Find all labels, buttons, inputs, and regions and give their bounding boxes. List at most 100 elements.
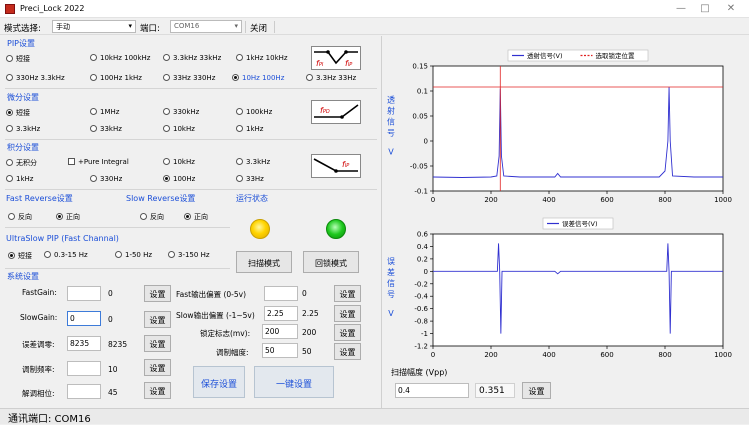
y-tick-label: -1 <box>421 330 428 338</box>
left-panel: PIP设置 短接 10kHz 100kHz 3.3kHz 33kHz 1kHz … <box>0 36 382 408</box>
pure-integral-checkbox[interactable]: +Pure Integral <box>68 158 129 166</box>
y-tick-label: -0.2 <box>414 280 428 288</box>
ultraslow-option[interactable]: 3-150 Hz <box>168 251 210 259</box>
pip-option-selected[interactable]: 10Hz 100Hz <box>232 74 284 82</box>
svg-text:fPD: fPD <box>320 106 330 115</box>
diff-option[interactable]: 1MHz <box>90 108 119 116</box>
ultraslow-option-selected[interactable]: 短接 <box>8 251 32 261</box>
fast-reverse-option[interactable]: 反向 <box>8 212 32 222</box>
mod-amp-input[interactable]: 50 <box>262 343 298 358</box>
legend-label: 透射信号(V) <box>527 51 563 60</box>
scan-amp-set-button[interactable]: 设置 <box>522 382 551 399</box>
x-tick-label: 1000 <box>714 351 732 359</box>
pip-filter-icon: fPI fIP <box>311 46 361 70</box>
integ-option[interactable]: 33Hz <box>236 175 264 183</box>
pip-option[interactable]: 1kHz 10kHz <box>236 54 288 62</box>
diff-option[interactable]: 33kHz <box>90 125 122 133</box>
section-divider <box>5 189 377 190</box>
scan-amp-value: 0.351 <box>475 383 515 398</box>
mod-freq-value: 10 <box>108 365 118 374</box>
diff-option[interactable]: 10kHz <box>163 125 195 133</box>
slow-reverse-option[interactable]: 反向 <box>140 212 164 222</box>
sys-section-title: 系统设置 <box>7 272 39 281</box>
fast-offset-input[interactable] <box>264 286 298 301</box>
mode-select[interactable]: 手动 ▾ <box>52 20 136 33</box>
integ-option[interactable]: 无积分 <box>6 158 37 168</box>
y-axis-label: 射 <box>387 106 395 116</box>
pip-option[interactable]: 33Hz 330Hz <box>163 74 215 82</box>
x-tick-label: 0 <box>431 196 435 204</box>
mod-amp-set-button[interactable]: 设置 <box>334 343 361 360</box>
scan-amp-input[interactable]: 0.4 <box>395 383 469 398</box>
integ-option[interactable]: 330Hz <box>90 175 122 183</box>
fastgain-set-button[interactable]: 设置 <box>144 285 171 302</box>
svg-text:fPI: fPI <box>316 59 324 68</box>
ultraslow-option[interactable]: 1-50 Hz <box>115 251 152 259</box>
one-key-setup-button[interactable]: 一键设置 <box>254 366 334 398</box>
y-tick-label: 0.1 <box>417 88 428 96</box>
save-settings-button[interactable]: 保存设置 <box>193 366 245 398</box>
y-tick-label: -1.2 <box>414 343 428 351</box>
diff-filter-icon: fPD <box>311 100 361 124</box>
err-zero-input[interactable]: 8235 <box>67 336 101 351</box>
toolbar-divider <box>245 21 246 33</box>
err-zero-set-button[interactable]: 设置 <box>144 335 171 352</box>
y-axis-label: 号 <box>387 129 395 138</box>
slow-reverse-option-selected[interactable]: 正向 <box>184 212 208 222</box>
diff-option[interactable]: 330kHz <box>163 108 199 116</box>
minimize-button[interactable]: — <box>670 2 692 16</box>
integ-option[interactable]: 3.3kHz <box>236 158 270 166</box>
fast-offset-set-button[interactable]: 设置 <box>334 285 361 302</box>
demod-phase-input[interactable] <box>67 384 101 399</box>
integ-option[interactable]: 10kHz <box>163 158 195 166</box>
port-select[interactable]: COM16 ▾ <box>170 20 242 33</box>
scan-mode-button[interactable]: 扫描模式 <box>236 251 292 273</box>
lock-flag-input[interactable]: 200 <box>262 324 298 339</box>
pip-option[interactable]: 10kHz 100kHz <box>90 54 150 62</box>
demod-phase-value: 45 <box>108 388 118 397</box>
integ-option-selected[interactable]: 100Hz <box>163 175 195 183</box>
section-divider <box>5 227 230 228</box>
pip-option[interactable]: 短接 <box>6 54 30 64</box>
ultraslow-option[interactable]: 0.3-15 Hz <box>44 251 88 259</box>
close-port-button[interactable]: 关闭 <box>250 22 267 34</box>
lock-mode-button[interactable]: 回锁模式 <box>303 251 359 273</box>
diff-option[interactable]: 3.3kHz <box>6 125 40 133</box>
port-label: 端口: <box>140 24 160 34</box>
pip-option[interactable]: 3.3Hz 33Hz <box>306 74 356 82</box>
integ-section-title: 积分设置 <box>7 143 39 152</box>
x-tick-label: 800 <box>658 351 671 359</box>
pip-option[interactable]: 100Hz 1kHz <box>90 74 142 82</box>
fastgain-label: FastGain: <box>22 288 57 297</box>
close-button[interactable]: ✕ <box>720 2 742 16</box>
fastgain-input[interactable] <box>67 286 101 301</box>
error-signal-chart: 0 200 400 600 800 1000 -1.2 -1 -0.8 -0.6 -0.4 -0.2 0… <box>387 217 732 359</box>
y-tick-label: -0.4 <box>414 293 428 301</box>
x-tick-label: 400 <box>542 196 555 204</box>
lock-flag-set-button[interactable]: 设置 <box>334 324 361 341</box>
port-value: COM16 <box>174 22 200 30</box>
diff-option[interactable]: 100kHz <box>236 108 272 116</box>
diff-option-selected[interactable]: 短接 <box>6 108 30 118</box>
pip-option[interactable]: 330Hz 3.3kHz <box>6 74 65 82</box>
fast-reverse-option-selected[interactable]: 正向 <box>56 212 80 222</box>
integ-option[interactable]: 1kHz <box>6 175 33 183</box>
slowgain-input[interactable]: 0 <box>67 311 101 326</box>
demod-phase-set-button[interactable]: 设置 <box>144 382 171 399</box>
mod-freq-set-button[interactable]: 设置 <box>144 359 171 376</box>
x-tick-label: 400 <box>542 351 555 359</box>
y-axis-label: 透 <box>387 96 395 105</box>
slow-offset-input[interactable]: 2.25 <box>264 306 298 321</box>
slow-offset-label: Slow输出偏置 (-1~5v) <box>176 311 255 320</box>
svg-text:fIP: fIP <box>342 160 349 169</box>
pip-option[interactable]: 3.3kHz 33kHz <box>163 54 221 62</box>
mod-freq-input[interactable] <box>67 361 101 376</box>
slow-offset-set-button[interactable]: 设置 <box>334 305 361 322</box>
slowgain-set-button[interactable]: 设置 <box>144 311 171 328</box>
y-axis-unit: V <box>388 148 394 157</box>
demod-phase-label: 解调相位: <box>22 389 55 398</box>
fast-reverse-title: Fast Reverse设置 <box>6 194 73 203</box>
section-divider <box>5 268 230 269</box>
diff-option[interactable]: 1kHz <box>236 125 263 133</box>
maximize-button[interactable]: □ <box>694 2 716 16</box>
